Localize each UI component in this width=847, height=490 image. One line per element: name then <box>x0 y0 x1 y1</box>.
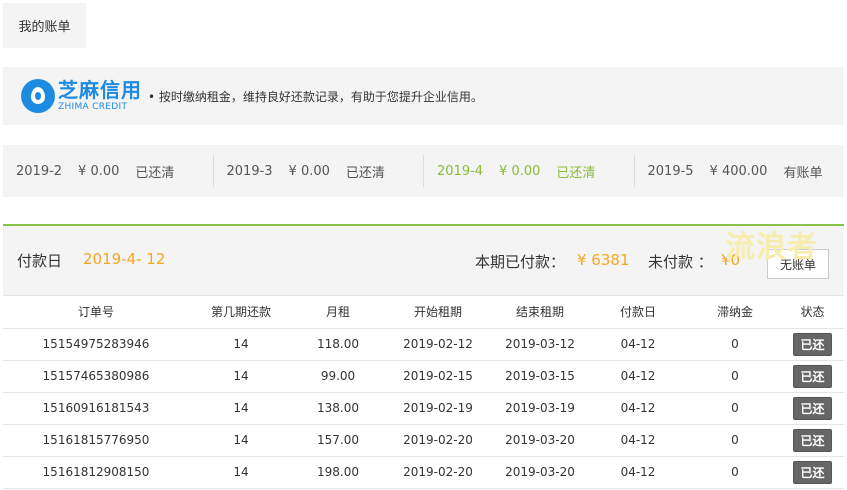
pay-day-label: 付款日 <box>17 252 63 270</box>
installment: 14 <box>189 456 293 489</box>
month-selector: 2019-2 ¥ 0.00 已还清 2019-3 ¥ 0.00 已还清 2019… <box>3 145 844 197</box>
late-fee: 0 <box>689 456 781 489</box>
paid-amount: ¥ 6381 <box>577 251 630 269</box>
column-header: 付款日 <box>587 296 689 329</box>
status-badge: 已还 <box>793 460 832 484</box>
order-id: 15154975283946 <box>3 328 189 361</box>
order-id: 15161812908150 <box>3 456 189 489</box>
zhima-logo: 芝麻信用 ZHIMA CREDIT <box>21 79 142 113</box>
table-header-row: 订单号 第几期还款 月租 开始租期 结束租期 付款日 滞纳金 状态 <box>3 296 844 329</box>
monthly-rent: 138.00 <box>293 392 383 425</box>
end-date: 2019-03-12 <box>493 328 587 361</box>
no-bill-button[interactable]: 无账单 <box>767 249 829 279</box>
start-date: 2019-02-12 <box>383 328 493 361</box>
end-date: 2019-03-19 <box>493 392 587 425</box>
status-badge: 已还 <box>793 428 832 452</box>
order-id: 15161815776950 <box>3 424 189 457</box>
month-status: 有账单 <box>783 165 823 181</box>
start-date: 2019-02-20 <box>383 456 493 489</box>
column-header: 结束租期 <box>493 296 587 329</box>
column-header: 滞纳金 <box>689 296 781 329</box>
month-amount: ¥ 0.00 <box>78 163 120 179</box>
end-date: 2019-03-20 <box>493 424 587 457</box>
zhima-logo-en: ZHIMA CREDIT <box>58 102 128 112</box>
month-item-active[interactable]: 2019-4 ¥ 0.00 已还清 <box>424 155 635 187</box>
zhima-logo-cn: 芝麻信用 <box>58 78 142 102</box>
tab-label: 我的账单 <box>18 20 71 35</box>
end-date: 2019-03-15 <box>493 360 587 393</box>
month-amount: ¥ 0.00 <box>499 163 541 179</box>
month-label: 2019-4 <box>437 163 484 179</box>
monthly-rent: 198.00 <box>293 456 383 489</box>
order-id: 15160916181543 <box>3 392 189 425</box>
installment: 14 <box>189 392 293 425</box>
status-badge: 已还 <box>793 332 832 356</box>
order-id: 15157465380986 <box>3 360 189 393</box>
installment: 14 <box>189 424 293 457</box>
month-item[interactable]: 2019-3 ¥ 0.00 已还清 <box>214 155 424 187</box>
late-fee: 0 <box>689 392 781 425</box>
tab-my-bills[interactable]: 我的账单 <box>3 3 86 48</box>
column-header: 订单号 <box>3 296 189 329</box>
month-label: 2019-3 <box>226 163 273 179</box>
column-header: 第几期还款 <box>189 296 293 329</box>
start-date: 2019-02-20 <box>383 424 493 457</box>
pay-date: 04-12 <box>587 360 689 393</box>
zhima-drop-icon <box>21 79 55 113</box>
installment: 14 <box>189 328 293 361</box>
orders-table: 订单号 第几期还款 月租 开始租期 结束租期 付款日 滞纳金 状态 151549… <box>3 296 844 489</box>
late-fee: 0 <box>689 328 781 361</box>
zhima-message: • 按时缴纳租金，维持良好还款记录，有助于您提升企业信用。 <box>148 89 483 104</box>
month-status: 已还清 <box>556 165 596 181</box>
pay-day-value: 2019-4- 12 <box>83 250 166 268</box>
late-fee: 0 <box>689 360 781 393</box>
late-fee: 0 <box>689 424 781 457</box>
month-item[interactable]: 2019-5 ¥ 400.00 有账单 <box>635 155 845 187</box>
month-label: 2019-2 <box>16 163 63 179</box>
unpaid-amount: ¥0 <box>721 251 741 269</box>
bill-summary: 付款日 2019-4- 12 本期已付款： ¥ 6381 未付款 ： ¥0 无账… <box>3 226 844 296</box>
table-row: 15157465380986 14 99.00 2019-02-15 2019-… <box>3 360 844 393</box>
end-date: 2019-03-20 <box>493 456 587 489</box>
pay-date: 04-12 <box>587 424 689 457</box>
status-badge: 已还 <box>793 396 832 420</box>
table-row: 15161815776950 14 157.00 2019-02-20 2019… <box>3 424 844 457</box>
pay-date: 04-12 <box>587 328 689 361</box>
paid-label: 本期已付款： <box>475 253 566 271</box>
column-header: 开始租期 <box>383 296 493 329</box>
status-badge: 已还 <box>793 364 832 388</box>
month-label: 2019-5 <box>647 163 694 179</box>
zhima-credit-banner: 芝麻信用 ZHIMA CREDIT • 按时缴纳租金，维持良好还款记录，有助于您… <box>3 67 844 125</box>
month-status: 已还清 <box>345 165 385 181</box>
month-amount: ¥ 400.00 <box>709 163 768 179</box>
unpaid-label: 未付款 ： <box>648 253 713 271</box>
bill-panel: 付款日 2019-4- 12 本期已付款： ¥ 6381 未付款 ： ¥0 无账… <box>3 224 844 490</box>
month-item[interactable]: 2019-2 ¥ 0.00 已还清 <box>3 155 214 187</box>
column-header: 月租 <box>293 296 383 329</box>
installment: 14 <box>189 360 293 393</box>
start-date: 2019-02-15 <box>383 360 493 393</box>
monthly-rent: 157.00 <box>293 424 383 457</box>
table-row: 15154975283946 14 118.00 2019-02-12 2019… <box>3 328 844 361</box>
column-header: 状态 <box>781 296 844 329</box>
month-status: 已还清 <box>135 165 175 181</box>
table-row: 15161812908150 14 198.00 2019-02-20 2019… <box>3 456 844 489</box>
pay-date: 04-12 <box>587 392 689 425</box>
monthly-rent: 99.00 <box>293 360 383 393</box>
start-date: 2019-02-19 <box>383 392 493 425</box>
pay-date: 04-12 <box>587 456 689 489</box>
monthly-rent: 118.00 <box>293 328 383 361</box>
month-amount: ¥ 0.00 <box>288 163 330 179</box>
table-row: 15160916181543 14 138.00 2019-02-19 2019… <box>3 392 844 425</box>
